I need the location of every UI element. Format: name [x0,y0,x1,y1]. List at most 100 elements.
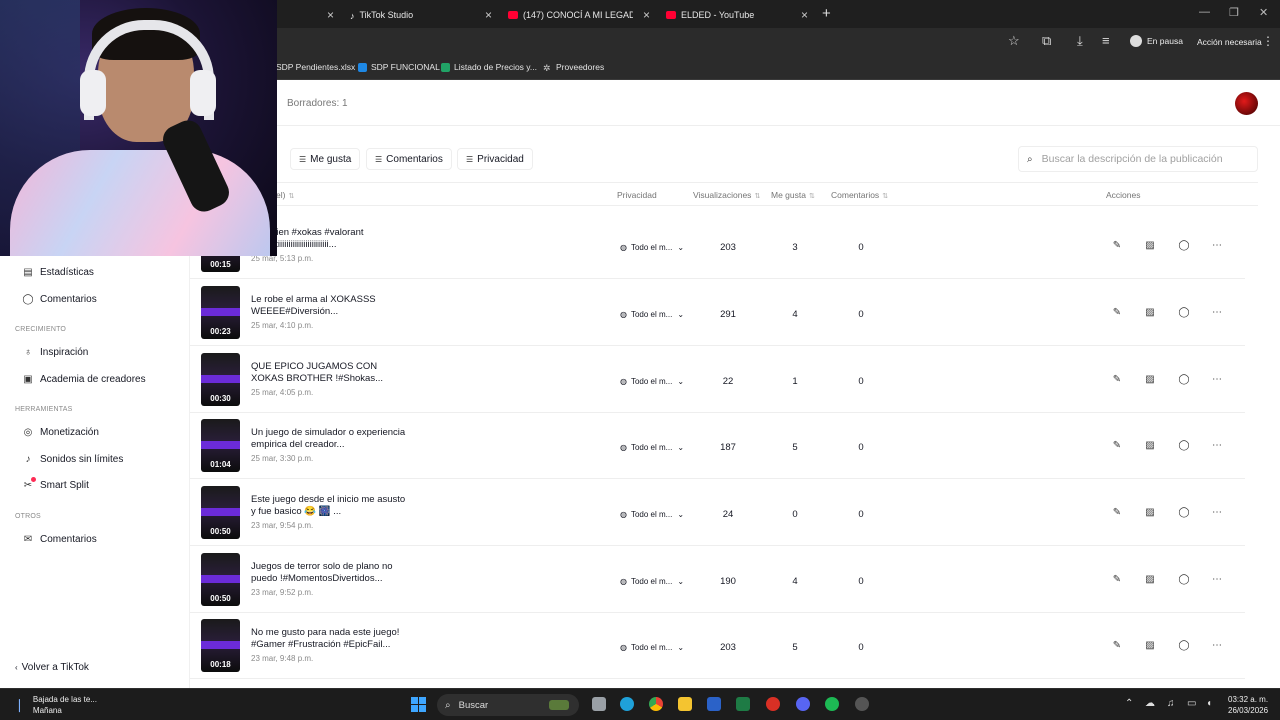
task-view-icon[interactable] [592,697,606,711]
analytics-icon[interactable]: ▨ [1143,440,1157,451]
post-title[interactable]: Juegos de terror solo de plano no puedo … [251,561,411,585]
video-thumbnail[interactable]: 00:30 [201,353,240,406]
column-header-likes[interactable]: Me gusta ⇅ [771,190,815,200]
drafts-count[interactable]: Borradores: 1 [287,98,348,109]
comment-icon[interactable]: ◯ [1177,440,1191,451]
maximize-icon[interactable]: ❐ [1229,6,1239,19]
tab-tiktok-studio[interactable]: ♪ TikTok Studio × [350,4,492,26]
file-explorer-icon[interactable] [678,697,692,711]
table-row[interactable]: 00:15 hice bien #xokas #valorant #parati… [190,213,1245,279]
bookmark-listado-precios[interactable]: Listado de Precios y... [441,62,537,72]
post-title[interactable]: Este juego desde el inicio me asusto y f… [251,494,411,518]
privacy-dropdown[interactable]: ◍ Todo el m... ⌄ [620,507,684,521]
weather-widget[interactable]: ❘ Bajada de las te... Mañana [14,694,97,716]
table-row[interactable]: 01:04 Un juego de simulador o experienci… [190,413,1245,479]
tab-youtube-elded[interactable]: ELDED - YouTube × [666,4,808,26]
avatar[interactable] [1235,92,1258,115]
comment-icon[interactable]: ◯ [1177,507,1191,518]
tab-youtube-legado[interactable]: (147) CONOCÍ A MI LEGADO - Y × [508,4,650,26]
system-clock[interactable]: 03:32 a. m. 26/03/2026 [1228,694,1268,716]
excel-icon[interactable] [736,697,750,711]
tab-close-previous[interactable]: × [324,4,338,26]
more-options-icon[interactable]: ⋯ [1210,307,1224,318]
word-icon[interactable] [707,697,721,711]
app-icon[interactable] [855,697,869,711]
edit-icon[interactable]: ✎ [1110,307,1124,318]
tab-close-icon[interactable]: × [801,4,808,26]
bookmark-sdp-funcional[interactable]: SDP FUNCIONAL [358,62,440,72]
table-row[interactable]: 00:30 QUE EPICO JUGAMOS CON XOKAS BROTHE… [190,347,1245,413]
analytics-icon[interactable]: ▨ [1143,240,1157,251]
chrome-icon[interactable] [649,697,663,711]
edit-icon[interactable]: ✎ [1110,507,1124,518]
privacy-dropdown[interactable]: ◍ Todo el m... ⌄ [620,574,684,588]
battery-icon[interactable]: ▭ [1187,698,1196,709]
post-title[interactable]: No me gusto para nada este juego! #Gamer… [251,627,411,651]
close-window-icon[interactable]: ✕ [1259,6,1268,19]
edit-icon[interactable]: ✎ [1110,240,1124,251]
video-thumbnail[interactable]: 01:04 [201,419,240,472]
minimize-icon[interactable]: — [1199,6,1210,18]
browser-menu-icon[interactable]: ⋮ [1262,34,1274,48]
comment-icon[interactable]: ◯ [1177,640,1191,651]
tab-close-icon[interactable]: × [643,4,650,26]
cloud-icon[interactable]: ☁ [1145,698,1155,709]
action-required-button[interactable]: Acción necesaria [1197,37,1262,47]
volume-icon[interactable]: ◖ [1206,698,1212,709]
chevron-up-icon[interactable]: ⌃ [1125,698,1133,709]
table-row[interactable]: 00:18 No me gusto para nada este juego! … [190,613,1245,679]
filter-privacidad[interactable]: ☰ Privacidad [457,148,533,170]
sidebar-item-monetizacion[interactable]: ◎ Monetización [22,427,99,438]
post-title[interactable]: Le robe el arma al XOKASSS WEEEE#Diversi… [251,294,411,318]
more-options-icon[interactable]: ⋯ [1210,440,1224,451]
microphone-tray-icon[interactable]: ♫ [1167,698,1175,709]
back-to-tiktok-link[interactable]: ‹ Volver a TikTok [15,662,89,673]
video-thumbnail[interactable]: 00:50 [201,486,240,539]
video-thumbnail[interactable]: 00:50 [201,553,240,606]
table-row[interactable]: 00:23 Le robe el arma al XOKASSS WEEEE#D… [190,280,1245,346]
sidebar-item-inspiracion[interactable]: ♁ Inspiración [22,347,88,358]
privacy-dropdown[interactable]: ◍ Todo el m... ⌄ [620,640,684,654]
edit-icon[interactable]: ✎ [1110,640,1124,651]
filter-me-gusta[interactable]: ☰ Me gusta [290,148,361,170]
column-header-comments[interactable]: Comentarios ⇅ [831,190,888,200]
windows-start-icon[interactable] [411,697,426,712]
taskbar-search[interactable]: ⌕ Buscar [437,694,579,716]
extensions-icon[interactable]: ⧉ [1042,33,1051,49]
privacy-dropdown[interactable]: ◍ Todo el m... ⌄ [620,440,684,454]
media-control-icon[interactable]: ≡ [1102,33,1110,48]
sidebar-item-sonidos[interactable]: ♪ Sonidos sin límites [22,454,124,465]
edit-icon[interactable]: ✎ [1110,374,1124,385]
more-options-icon[interactable]: ⋯ [1210,374,1224,385]
privacy-dropdown[interactable]: ◍ Todo el m... ⌄ [620,240,684,254]
sidebar-item-academia[interactable]: ▣ Academia de creadores [22,374,145,385]
more-options-icon[interactable]: ⋯ [1210,240,1224,251]
video-thumbnail[interactable]: 00:23 [201,286,240,339]
edit-icon[interactable]: ✎ [1110,574,1124,585]
privacy-dropdown[interactable]: ◍ Todo el m... ⌄ [620,374,684,388]
search-input[interactable]: ⌕ Buscar la descripción de la publicació… [1018,146,1258,172]
column-header-post[interactable]: el) ⇅ [276,190,294,200]
comment-icon[interactable]: ◯ [1177,574,1191,585]
bookmark-proveedores[interactable]: ✲ Proveedores [543,62,604,73]
column-header-views[interactable]: Visualizaciones ⇅ [693,190,760,200]
analytics-icon[interactable]: ▨ [1143,307,1157,318]
analytics-icon[interactable]: ▨ [1143,507,1157,518]
edge-icon[interactable] [620,697,634,711]
new-tab-button[interactable]: + [822,4,831,24]
bookmark-sdp-pendientes[interactable]: SDP Pendientes.xlsx [276,62,355,72]
post-title[interactable]: Un juego de simulador o experiencia empi… [251,427,411,451]
sidebar-item-estadisticas[interactable]: ▤ Estadísticas [22,267,94,278]
more-options-icon[interactable]: ⋯ [1210,507,1224,518]
sidebar-item-comentarios-otros[interactable]: ✉ Comentarios [22,534,97,545]
tab-close-icon[interactable]: × [485,4,492,26]
profile-button[interactable]: En pausa [1130,35,1183,47]
more-options-icon[interactable]: ⋯ [1210,640,1224,651]
analytics-icon[interactable]: ▨ [1143,374,1157,385]
filter-comentarios[interactable]: ☰ Comentarios [366,148,452,170]
post-title[interactable]: QUE EPICO JUGAMOS CON XOKAS BROTHER !#Sh… [251,361,411,385]
bookmark-star-icon[interactable]: ☆ [1008,33,1020,49]
comment-icon[interactable]: ◯ [1177,240,1191,251]
spotify-icon[interactable] [825,697,839,711]
table-row[interactable]: 00:50 Juegos de terror solo de plano no … [190,547,1245,613]
